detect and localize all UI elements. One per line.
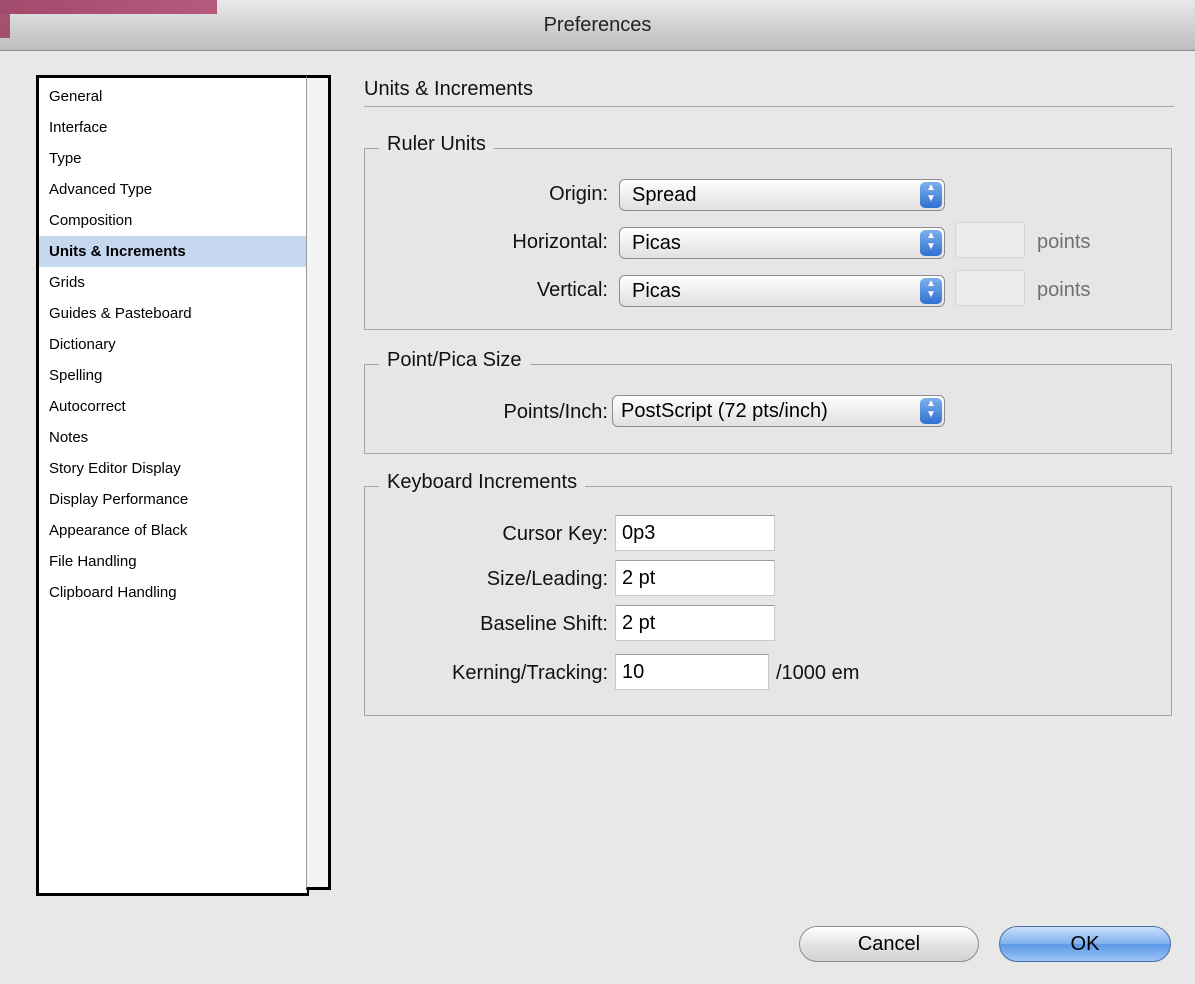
stepper-arrows-icon: ▲ ▼: [920, 230, 942, 256]
horizontal-points-field[interactable]: [955, 222, 1025, 258]
section-title: Units & Increments: [364, 78, 533, 100]
origin-select[interactable]: Spread ▲ ▼: [619, 179, 945, 211]
points-inch-select-value: PostScript (72 pts/inch): [621, 400, 828, 422]
ruler-units-legend: Ruler Units: [379, 133, 494, 156]
sidebar-item-grids[interactable]: Grids: [39, 267, 307, 298]
sidebar-item-units-increments[interactable]: Units & Increments: [39, 236, 307, 267]
sidebar-item-display-performance[interactable]: Display Performance: [39, 484, 307, 515]
kerning-tracking-field[interactable]: 10: [615, 654, 769, 690]
cursor-key-label: Cursor Key:: [502, 523, 608, 545]
sidebar-item-interface[interactable]: Interface: [39, 112, 307, 143]
horizontal-select-value: Picas: [632, 232, 681, 254]
baseline-shift-label: Baseline Shift:: [480, 613, 608, 635]
horizontal-select[interactable]: Picas ▲ ▼: [619, 227, 945, 259]
origin-select-value: Spread: [632, 184, 697, 206]
sidebar-item-story-editor-display[interactable]: Story Editor Display: [39, 453, 307, 484]
sidebar-item-guides-pasteboard[interactable]: Guides & Pasteboard: [39, 298, 307, 329]
sidebar-item-type[interactable]: Type: [39, 143, 307, 174]
category-list-items: General Interface Type Advanced Type Composi…: [39, 78, 307, 608]
sidebar-item-notes[interactable]: Notes: [39, 422, 307, 453]
keyboard-increments-legend: Keyboard Increments: [379, 471, 586, 494]
cancel-button[interactable]: Cancel: [799, 926, 979, 962]
kerning-tracking-label: Kerning/Tracking:: [452, 662, 608, 684]
sidebar-item-clipboard-handling[interactable]: Clipboard Handling: [39, 577, 307, 608]
sidebar-item-autocorrect[interactable]: Autocorrect: [39, 391, 307, 422]
horizontal-points-unit: points: [1037, 231, 1091, 253]
horizontal-label: Horizontal:: [512, 231, 608, 253]
background-window-edge-side: [0, 14, 10, 38]
points-inch-select[interactable]: PostScript (72 pts/inch) ▲ ▼: [612, 395, 945, 427]
category-list-scrollbar[interactable]: [306, 75, 331, 890]
sidebar-item-spelling[interactable]: Spelling: [39, 360, 307, 391]
sidebar-item-dictionary[interactable]: Dictionary: [39, 329, 307, 360]
vertical-points-unit: points: [1037, 279, 1091, 301]
cursor-key-field[interactable]: 0p3: [615, 515, 775, 551]
kerning-tracking-unit: /1000 em: [776, 662, 860, 684]
background-window-edge: [0, 0, 217, 14]
sidebar-item-general[interactable]: General: [39, 81, 307, 112]
points-inch-label: Points/Inch:: [503, 401, 608, 423]
origin-label: Origin:: [549, 183, 608, 205]
sidebar-item-appearance-of-black[interactable]: Appearance of Black: [39, 515, 307, 546]
baseline-shift-field[interactable]: 2 pt: [615, 605, 775, 641]
vertical-label: Vertical:: [536, 279, 608, 301]
vertical-points-field[interactable]: [955, 270, 1025, 306]
vertical-select-value: Picas: [632, 280, 681, 302]
ok-button[interactable]: OK: [999, 926, 1171, 962]
size-leading-label: Size/Leading:: [486, 568, 608, 590]
size-leading-field[interactable]: 2 pt: [615, 560, 775, 596]
sidebar-item-composition[interactable]: Composition: [39, 205, 307, 236]
sidebar-item-file-handling[interactable]: File Handling: [39, 546, 307, 577]
vertical-select[interactable]: Picas ▲ ▼: [619, 275, 945, 307]
sidebar-item-advanced-type[interactable]: Advanced Type: [39, 174, 307, 205]
stepper-arrows-icon: ▲ ▼: [920, 398, 942, 424]
window-title: Preferences: [543, 14, 652, 36]
preferences-category-list[interactable]: General Interface Type Advanced Type Composi…: [36, 75, 309, 896]
point-pica-size-legend: Point/Pica Size: [379, 349, 530, 372]
section-divider: [364, 106, 1174, 107]
stepper-arrows-icon: ▲ ▼: [920, 278, 942, 304]
stepper-arrows-icon: ▲ ▼: [920, 182, 942, 208]
